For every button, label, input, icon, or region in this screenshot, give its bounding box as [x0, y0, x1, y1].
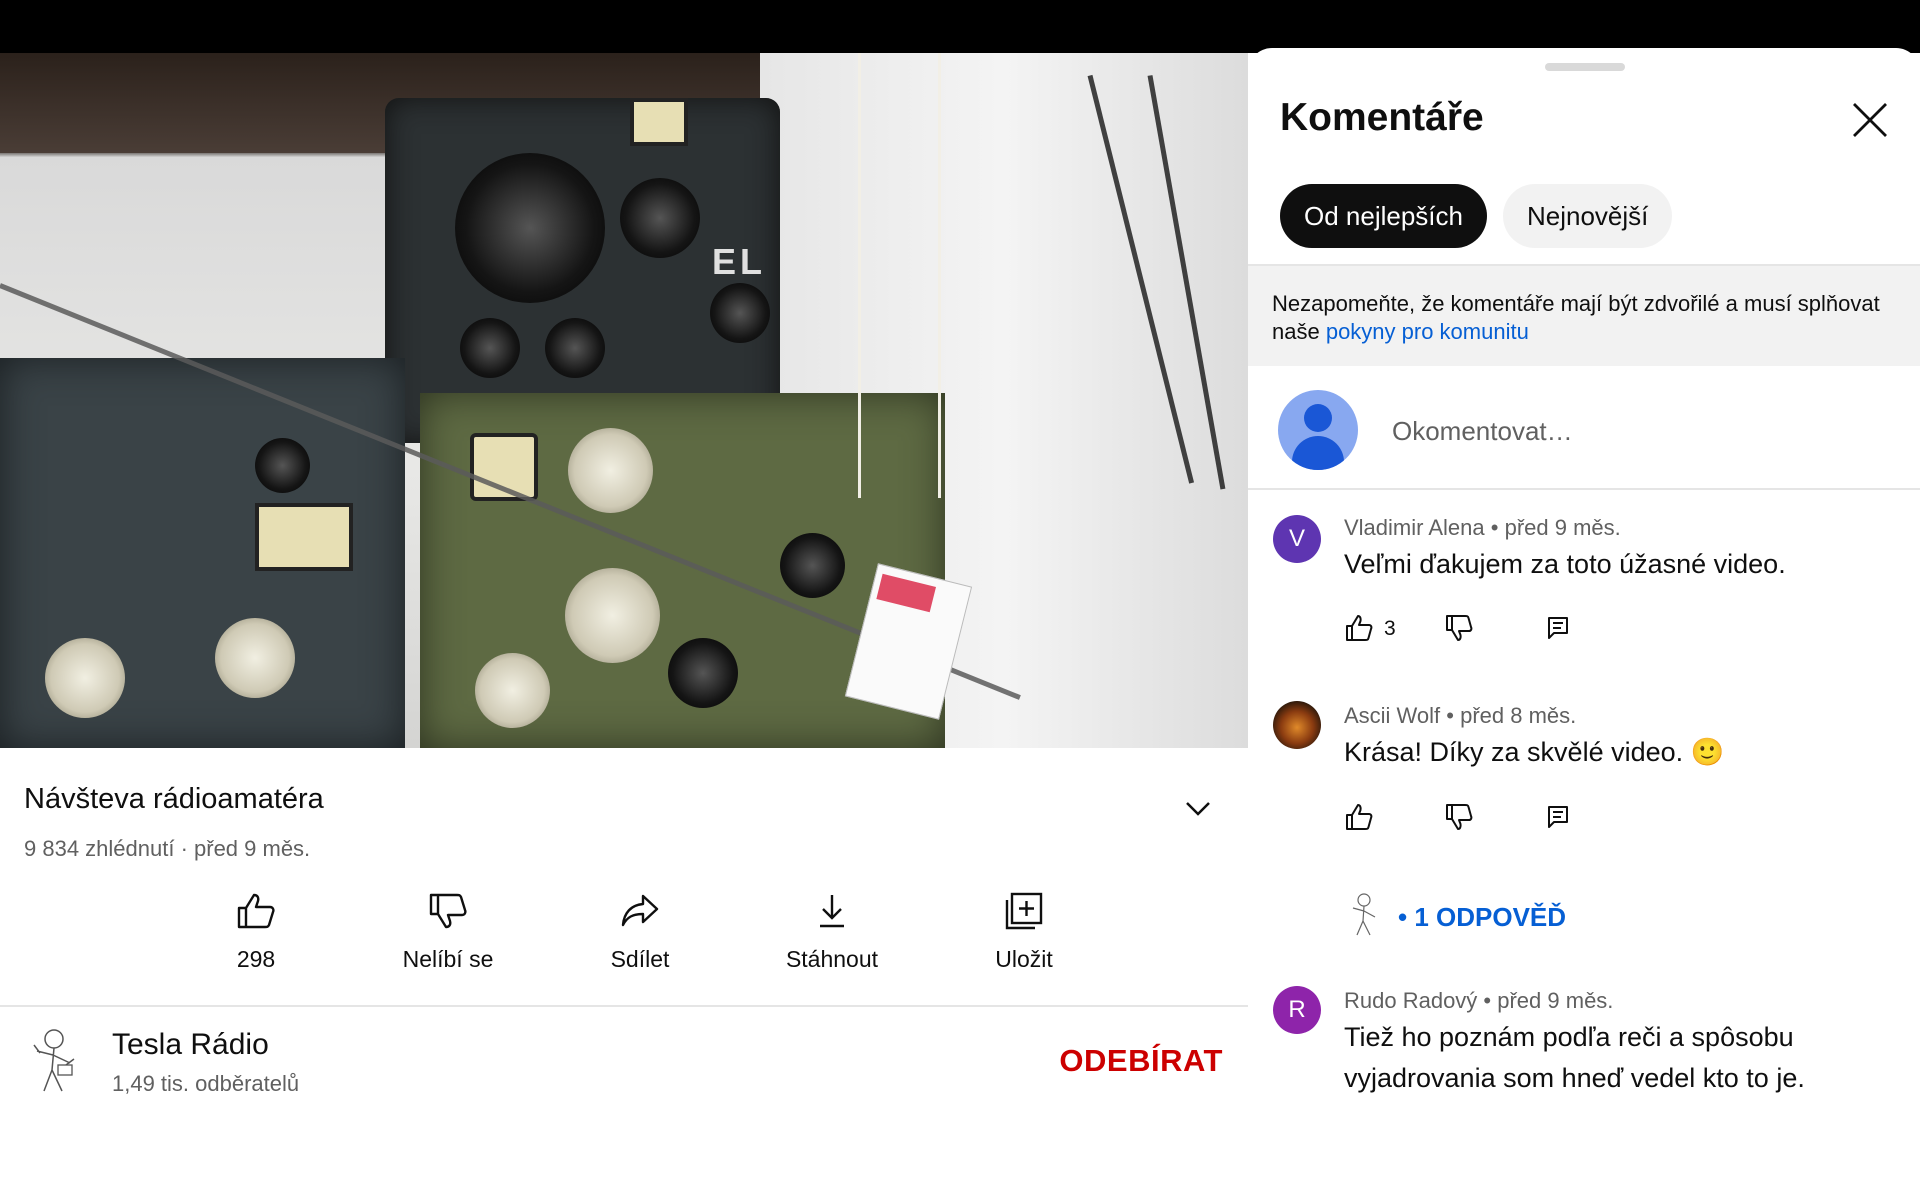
comment-text: Veľmi ďakujem za toto úžasné video. — [1344, 549, 1786, 579]
save-button[interactable]: Uložit — [928, 890, 1120, 990]
download-button[interactable]: Stáhnout — [736, 890, 928, 990]
share-button[interactable]: Sdílet — [544, 890, 736, 990]
video-scene-dial — [710, 283, 770, 343]
comment-header: Rudo Radový • před 9 měs. — [1344, 988, 1614, 1013]
channel-name[interactable]: Tesla Rádio — [112, 1028, 269, 1062]
subscribe-button[interactable]: ODEBÍRAT — [1059, 1043, 1223, 1079]
add-to-playlist-icon — [1005, 892, 1043, 930]
community-notice-text: Nezapomeňte, že komentáře mají být zdvoř… — [1272, 290, 1892, 346]
chip-newest[interactable]: Nejnovější — [1502, 184, 1673, 248]
download-icon — [820, 895, 844, 928]
like-button[interactable]: 298 — [160, 890, 352, 990]
commenter-avatar[interactable]: V — [1273, 515, 1321, 563]
video-player[interactable]: EL — [0, 53, 1248, 748]
community-notice: Nezapomeňte, že komentáře mají být zdvoř… — [1248, 266, 1920, 366]
video-scene-dial — [568, 428, 653, 513]
chevron-down-icon[interactable] — [1183, 793, 1213, 823]
thumbs-up-icon — [237, 893, 275, 929]
channel-avatar[interactable] — [22, 1025, 84, 1095]
save-label: Uložit — [995, 946, 1053, 972]
comments-title: Komentáře — [1280, 96, 1484, 139]
comment-text: Tiež ho poznám podľa reči a spôsobu vyja… — [1344, 1022, 1805, 1093]
comment-time: před 8 měs. — [1460, 703, 1577, 728]
comment-time: před 9 měs. — [1497, 988, 1614, 1013]
video-scene-dial — [460, 318, 520, 378]
dislike-button[interactable]: Nelíbí se — [352, 890, 544, 990]
video-scene-meter — [630, 98, 688, 146]
thumbs-down-icon[interactable] — [1444, 802, 1474, 832]
drag-handle[interactable] — [1545, 63, 1625, 71]
sort-chips: Od nejlepších Nejnovější — [1280, 184, 1673, 248]
comment-header: Vladimir Alena • před 9 měs. — [1344, 515, 1621, 540]
divider — [0, 1005, 1248, 1007]
reply-icon[interactable] — [1543, 802, 1573, 832]
commenter-avatar[interactable]: R — [1273, 986, 1321, 1034]
video-scene-dial — [45, 638, 125, 718]
comment-author[interactable]: Ascii Wolf — [1344, 703, 1440, 728]
reply-author-avatar — [1352, 893, 1376, 936]
video-overlay-text: EL — [712, 241, 767, 282]
video-scene-dial — [565, 568, 660, 663]
community-guidelines-link[interactable]: pokyny pro komunitu — [1326, 319, 1529, 344]
comment-author[interactable]: Rudo Radový — [1344, 988, 1477, 1013]
video-scene-dial — [255, 438, 310, 493]
dislike-label: Nelíbí se — [402, 946, 494, 972]
video-scene-string — [858, 53, 861, 498]
video-scene-dial — [620, 178, 700, 258]
user-avatar — [1278, 390, 1358, 470]
divider — [1248, 488, 1920, 490]
action-bar: 298 Nelíbí se Sdílet Stáhnout Uložit — [160, 890, 1120, 990]
comment-text: Krása! Díky za skvělé video. 🙂 — [1344, 737, 1725, 767]
thumbs-up-icon[interactable] — [1344, 613, 1374, 643]
video-scene-dial — [545, 318, 605, 378]
video-scene-string — [938, 53, 941, 498]
chip-top-comments[interactable]: Od nejlepších — [1280, 184, 1487, 248]
view-replies-button[interactable]: • 1 ODPOVĚĎ — [1398, 902, 1566, 933]
comments-panel: Komentáře Od nejlepších Nejnovější Nezap… — [1248, 48, 1920, 1200]
comment-header: Ascii Wolf • před 8 měs. — [1344, 703, 1577, 728]
comment-like-count: 3 — [1384, 617, 1396, 640]
video-meta: 9 834 zhlédnutí · před 9 měs. — [24, 836, 311, 861]
comment-time: před 9 měs. — [1504, 515, 1621, 540]
add-comment-input[interactable]: Okomentovat… — [1392, 416, 1573, 447]
thumbs-down-icon — [429, 893, 467, 929]
video-scene-dial — [780, 533, 845, 598]
status-bar — [0, 0, 1920, 53]
video-scene-dial — [475, 653, 550, 728]
video-title[interactable]: Návšteva rádioamatéra — [24, 783, 324, 816]
like-count: 298 — [236, 946, 276, 972]
video-scene-dial — [668, 638, 738, 708]
video-scene-dial — [215, 618, 295, 698]
reply-icon[interactable] — [1543, 613, 1573, 643]
channel-subscribers: 1,49 tis. odběratelů — [112, 1071, 300, 1096]
share-icon — [621, 894, 659, 927]
share-label: Sdílet — [610, 946, 670, 972]
thumbs-up-icon[interactable] — [1344, 802, 1374, 832]
video-scene-meter — [255, 503, 353, 571]
comment-author[interactable]: Vladimir Alena — [1344, 515, 1485, 540]
commenter-avatar[interactable] — [1273, 701, 1321, 749]
video-scene-dial — [455, 153, 605, 303]
close-icon[interactable] — [1848, 98, 1892, 142]
download-label: Stáhnout — [785, 946, 879, 972]
thumbs-down-icon[interactable] — [1444, 613, 1474, 643]
